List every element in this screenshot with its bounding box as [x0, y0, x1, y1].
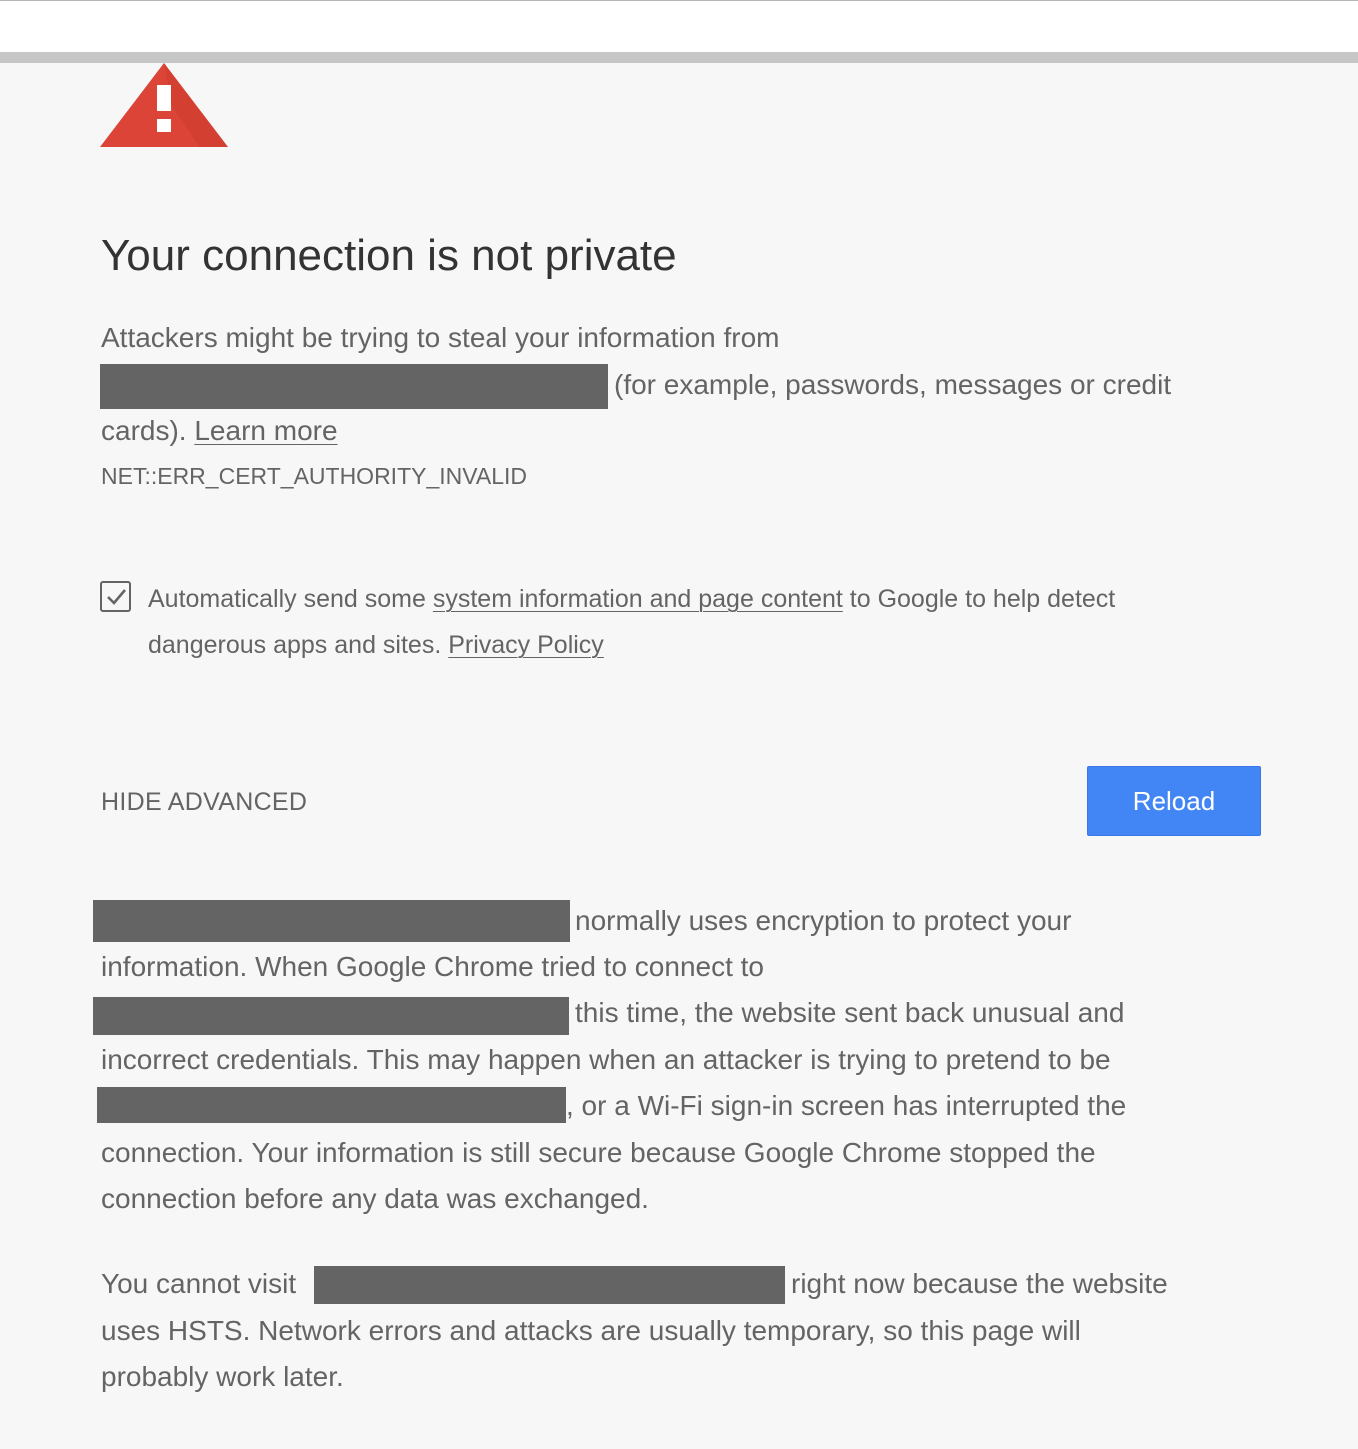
opt-in-line-1: Automatically send some system informati…	[148, 576, 1115, 622]
reload-button[interactable]: Reload	[1087, 766, 1261, 836]
redacted-hostname	[97, 1087, 566, 1123]
opt-in-line-2: dangerous apps and sites. Privacy Policy	[148, 622, 604, 668]
redacted-hostname	[93, 997, 569, 1035]
warning-triangle-icon	[100, 63, 228, 147]
intro-line-3-text: cards).	[101, 415, 195, 446]
details-line-1: normally uses encryption to protect your	[575, 905, 1072, 936]
hsts-line-2: uses HSTS. Network errors and attacks ar…	[101, 1315, 1081, 1346]
redacted-hostname	[93, 900, 570, 942]
details-line-3: this time, the website sent back unusual…	[575, 997, 1125, 1028]
browser-top-bar	[0, 0, 1358, 52]
opt-in-text-before: Automatically send some	[148, 585, 433, 613]
intro-line-3: cards). Learn more	[101, 408, 338, 455]
privacy-policy-link[interactable]: Privacy Policy	[448, 631, 604, 659]
redacted-hostname	[314, 1266, 785, 1304]
details-line-7: connection before any data was exchanged…	[101, 1183, 649, 1214]
system-info-link[interactable]: system information and page content	[433, 585, 843, 613]
page-title: Your connection is not private	[101, 231, 677, 280]
error-code: NET::ERR_CERT_AUTHORITY_INVALID	[101, 463, 528, 489]
details-line-2: information. When Google Chrome tried to…	[101, 951, 765, 982]
intro-line-1: Attackers might be trying to steal your …	[101, 322, 780, 353]
hsts-line-1-end: right now because the website	[791, 1268, 1168, 1299]
intro-line-2: (for example, passwords, messages or cre…	[614, 369, 1172, 400]
send-info-checkbox[interactable]	[100, 581, 131, 612]
top-divider	[0, 52, 1358, 63]
details-line-5: , or a Wi-Fi sign-in screen has interrup…	[566, 1090, 1127, 1121]
hsts-line-1-start: You cannot visit	[101, 1268, 297, 1299]
learn-more-link[interactable]: Learn more	[194, 415, 337, 446]
hsts-line-3: probably work later.	[101, 1361, 344, 1392]
opt-in-line-2-text: dangerous apps and sites.	[148, 631, 449, 659]
opt-in-text-after: to Google to help detect	[842, 585, 1116, 613]
hide-advanced-button[interactable]: HIDE ADVANCED	[101, 784, 307, 820]
details-line-6: connection. Your information is still se…	[101, 1137, 1096, 1168]
checkmark-icon	[107, 589, 126, 605]
details-line-4: incorrect credentials. This may happen w…	[101, 1044, 1111, 1075]
redacted-hostname	[100, 364, 608, 409]
